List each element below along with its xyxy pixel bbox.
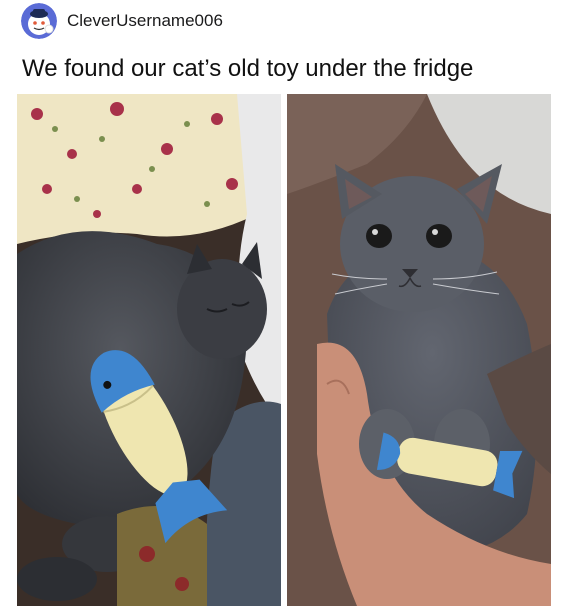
snoo-avatar-icon[interactable] <box>21 3 57 39</box>
photo-right <box>287 94 551 606</box>
post-title: We found our cat’s old toy under the fri… <box>22 55 474 82</box>
username[interactable]: CleverUsername006 <box>67 11 223 31</box>
post-header: CleverUsername006 We found our cat’s old… <box>0 0 564 90</box>
photo-left <box>17 94 281 606</box>
